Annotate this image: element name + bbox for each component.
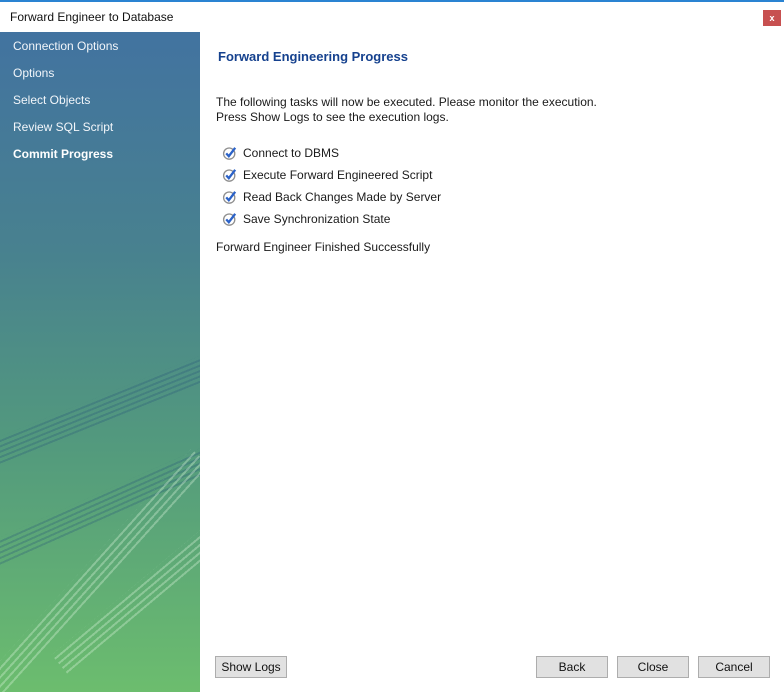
description-text: The following tasks will now be executed… [216, 95, 784, 125]
task-done-check-icon [222, 189, 238, 205]
description-line-1: The following tasks will now be executed… [216, 95, 784, 110]
description-line-2: Press Show Logs to see the execution log… [216, 110, 784, 125]
wizard-step-item[interactable]: Select Objects [0, 86, 200, 113]
close-window-button[interactable]: x [763, 10, 781, 26]
wizard-step-label: Select Objects [13, 93, 90, 107]
page-title: Forward Engineering Progress [218, 49, 784, 64]
wizard-step-item[interactable]: Review SQL Script [0, 113, 200, 140]
task-label: Save Synchronization State [243, 212, 390, 226]
task-done-check-icon [222, 145, 238, 161]
wizard-step-item[interactable]: Options [0, 59, 200, 86]
wizard-step-item[interactable]: Connection Options [0, 32, 200, 59]
show-logs-button[interactable]: Show Logs [215, 656, 287, 678]
titlebar: Forward Engineer to Database x [0, 2, 784, 32]
wizard-step-label: Review SQL Script [13, 120, 113, 134]
task-row: Execute Forward Engineered Script [222, 164, 784, 186]
wizard-step-label: Commit Progress [13, 147, 113, 161]
status-message: Forward Engineer Finished Successfully [216, 240, 784, 254]
wizard-step-label: Connection Options [13, 39, 118, 53]
window-title: Forward Engineer to Database [10, 10, 173, 24]
task-done-check-icon [222, 167, 238, 183]
wizard-step-sidebar: Connection Options Options Select Object… [0, 32, 200, 692]
wizard-step-item[interactable]: Commit Progress [0, 140, 200, 167]
cancel-button[interactable]: Cancel [698, 656, 770, 678]
task-done-check-icon [222, 211, 238, 227]
task-row: Read Back Changes Made by Server [222, 186, 784, 208]
task-list: Connect to DBMS Execute Forward Engineer… [222, 142, 784, 230]
task-row: Save Synchronization State [222, 208, 784, 230]
main-content: Forward Engineering Progress The followi… [200, 32, 784, 692]
task-label: Execute Forward Engineered Script [243, 168, 432, 182]
task-label: Connect to DBMS [243, 146, 339, 160]
close-icon: x [769, 14, 774, 23]
wizard-step-list: Connection Options Options Select Object… [0, 32, 200, 167]
task-label: Read Back Changes Made by Server [243, 190, 441, 204]
close-button[interactable]: Close [617, 656, 689, 678]
back-button[interactable]: Back [536, 656, 608, 678]
dialog-body: Connection Options Options Select Object… [0, 32, 784, 692]
forward-engineer-dialog: Forward Engineer to Database x Connectio… [0, 0, 784, 692]
wizard-step-label: Options [13, 66, 54, 80]
task-row: Connect to DBMS [222, 142, 784, 164]
